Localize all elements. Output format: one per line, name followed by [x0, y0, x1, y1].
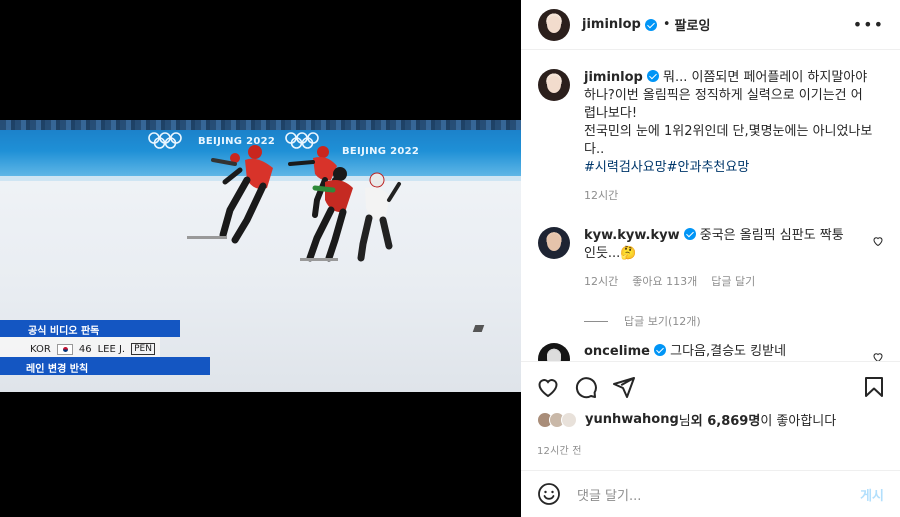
- post-timestamp[interactable]: 12시간 전: [537, 442, 582, 457]
- share-icon[interactable]: [612, 375, 636, 399]
- add-comment-bar: 댓글 달기... 게시: [521, 470, 900, 517]
- penalty-reason: 레인 변경 반칙: [0, 357, 210, 375]
- bib-number: 46: [78, 343, 92, 355]
- following-button[interactable]: 팔로잉: [675, 15, 711, 34]
- liker-avatars: [537, 411, 577, 428]
- post-media[interactable]: BEIJING 2022 BEIJING 2022 공식 비디오 판독 KOR …: [0, 0, 521, 517]
- emoji-icon[interactable]: [537, 482, 561, 506]
- heart-icon[interactable]: [536, 375, 560, 399]
- comment: kyw.kyw.kyw 중국은 올림픽 심판도 짝퉁인듯...🤔 12시간 좋아…: [538, 227, 884, 291]
- post-header: jiminlop • 팔로잉 •••: [521, 0, 900, 50]
- skaters-illustration: [187, 145, 401, 262]
- penalty-badge: PEN: [131, 343, 155, 355]
- korea-flag-icon: [56, 343, 73, 355]
- heart-icon[interactable]: [872, 235, 884, 247]
- caption: jiminlop 뭐... 이쯤되면 페어플레이 하지말아야하나?이번 올림픽은…: [538, 69, 884, 205]
- caption-username[interactable]: jiminlop: [584, 70, 643, 85]
- broadcast-lower-third: 공식 비디오 판독 KOR 46 LEE J. PEN 레인 변경 반칙: [0, 320, 210, 375]
- verified-icon: [644, 18, 657, 31]
- athlete-name: LEE J.: [97, 343, 126, 355]
- comment-text: 그다음,결승도 킹받네: [670, 344, 787, 359]
- caption-text-2: 전국민의 눈에 1위2위인데 단,몇명눈에는 아니었나보다..: [584, 124, 873, 157]
- verified-icon: [683, 228, 696, 240]
- comment-username[interactable]: kyw.kyw.kyw: [584, 228, 680, 243]
- comment-time[interactable]: 12시간: [584, 273, 618, 291]
- reply-button[interactable]: 답글 달기: [711, 273, 755, 291]
- avatar[interactable]: [538, 227, 570, 259]
- verified-icon: [653, 344, 666, 356]
- instagram-post-view: BEIJING 2022 BEIJING 2022 공식 비디오 판독 KOR …: [0, 0, 900, 517]
- separator-dot: •: [662, 17, 671, 32]
- country-code: KOR: [30, 343, 51, 355]
- comment-input[interactable]: 댓글 달기...: [577, 485, 860, 504]
- caption-hashtags[interactable]: #시력검사요망#안과추천요망: [584, 159, 874, 177]
- avatar[interactable]: [538, 8, 570, 41]
- view-replies[interactable]: 답글 보기(12개): [584, 313, 884, 329]
- heart-icon[interactable]: [872, 351, 884, 361]
- verified-icon: [646, 70, 659, 82]
- likes-count[interactable]: 외 6,869명: [691, 410, 761, 429]
- review-title: 공식 비디오 판독: [0, 320, 180, 337]
- likes-summary: yunhwahong 님 외 6,869명 이 좋아합니다: [537, 410, 836, 429]
- comments-list[interactable]: jiminlop 뭐... 이쯤되면 페어플레이 하지말아야하나?이번 올림픽은…: [521, 51, 900, 361]
- thinking-emoji: 🤔: [620, 246, 637, 261]
- avatar[interactable]: [538, 343, 570, 361]
- post-comment-button[interactable]: 게시: [860, 485, 884, 504]
- action-bar: [521, 361, 900, 411]
- liker-username[interactable]: yunhwahong: [585, 412, 679, 427]
- olympic-rings-icon: [148, 132, 182, 149]
- author-username[interactable]: jiminlop: [582, 17, 641, 32]
- comment-likes[interactable]: 좋아요 113개: [632, 273, 697, 291]
- video-frame[interactable]: BEIJING 2022 BEIJING 2022 공식 비디오 판독 KOR …: [0, 120, 521, 392]
- comment-icon[interactable]: [574, 375, 598, 399]
- caption-time[interactable]: 12시간: [584, 187, 618, 205]
- comment-username[interactable]: oncelime: [584, 344, 650, 359]
- avatar[interactable]: [538, 69, 570, 101]
- view-replies-label[interactable]: 답글 보기(12개): [624, 313, 701, 329]
- post-panel: jiminlop • 팔로잉 ••• jiminlop 뭐... 이쯤되면 페어…: [521, 0, 900, 517]
- bookmark-icon[interactable]: [862, 375, 886, 399]
- comment: oncelime 그다음,결승도 킹받네: [538, 343, 884, 361]
- more-icon[interactable]: •••: [853, 15, 884, 34]
